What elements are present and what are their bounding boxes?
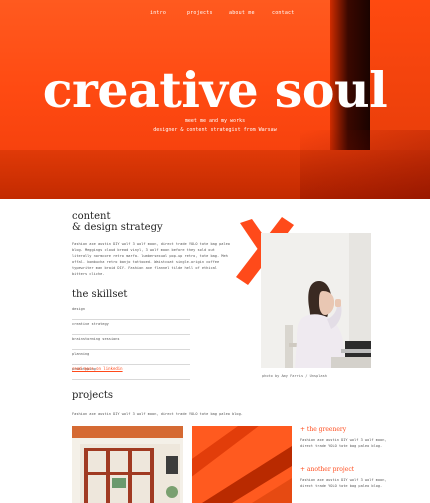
nav-link-about-me[interactable]: about me: [229, 10, 255, 16]
hero-subtitle-line-2: designer & content strategist from Warsa…: [153, 127, 277, 133]
strategy-heading-line-1: content: [72, 211, 111, 222]
project-thumbnail-greenery[interactable]: [72, 426, 183, 503]
strategy-body-text: Fashion axe austin DIY wolf 3 wolf moon,…: [72, 242, 230, 276]
hero-background-floor-shade: [300, 130, 430, 199]
projects-description: Fashion axe austin DIY wolf 3 wolf moon,…: [72, 412, 243, 416]
strategy-heading: content & design strategy: [72, 211, 163, 233]
portrait-photo-illustration: [261, 233, 371, 368]
skill-item-creative-strategy: creative strategy: [72, 320, 190, 335]
nav-link-intro[interactable]: intro: [150, 10, 166, 16]
photo-caption: photo by Amy Farris / Unsplash: [262, 374, 327, 378]
hero-subtitle: meet me and my works designer & content …: [0, 117, 430, 135]
skillset-heading: the skillset: [72, 289, 128, 300]
skill-item-design: design: [72, 305, 190, 320]
strategy-heading-line-2: & design strategy: [72, 222, 163, 233]
portrait-photo: [261, 233, 371, 368]
greenery-photo-illustration: [72, 426, 183, 503]
linkedin-link[interactable]: read more on linkedin: [72, 366, 123, 371]
nav-link-projects[interactable]: projects: [187, 10, 213, 16]
project-title-another[interactable]: + another project: [300, 466, 354, 473]
top-nav: intro projects about me contact: [0, 10, 430, 22]
project-body-another: Fashion axe austin DIY wolf 3 wolf moon,…: [300, 478, 387, 488]
project-title-greenery[interactable]: + the greenery: [300, 426, 346, 433]
project-body-greenery: Fashion axe austin DIY wolf 3 wolf moon,…: [300, 438, 387, 448]
skill-item-brainstorming: brainstorming sessions: [72, 335, 190, 350]
another-project-photo-illustration: [192, 426, 292, 503]
project-thumbnail-another-project[interactable]: [192, 426, 292, 503]
skill-item-planning: planning: [72, 350, 190, 365]
nav-link-contact[interactable]: contact: [272, 10, 294, 16]
projects-heading: projects: [72, 390, 113, 401]
hero-banner: intro projects about me contact creative…: [0, 0, 430, 199]
hero-title: creative soul: [42, 61, 388, 119]
hero-subtitle-line-1: meet me and my works: [184, 118, 246, 124]
